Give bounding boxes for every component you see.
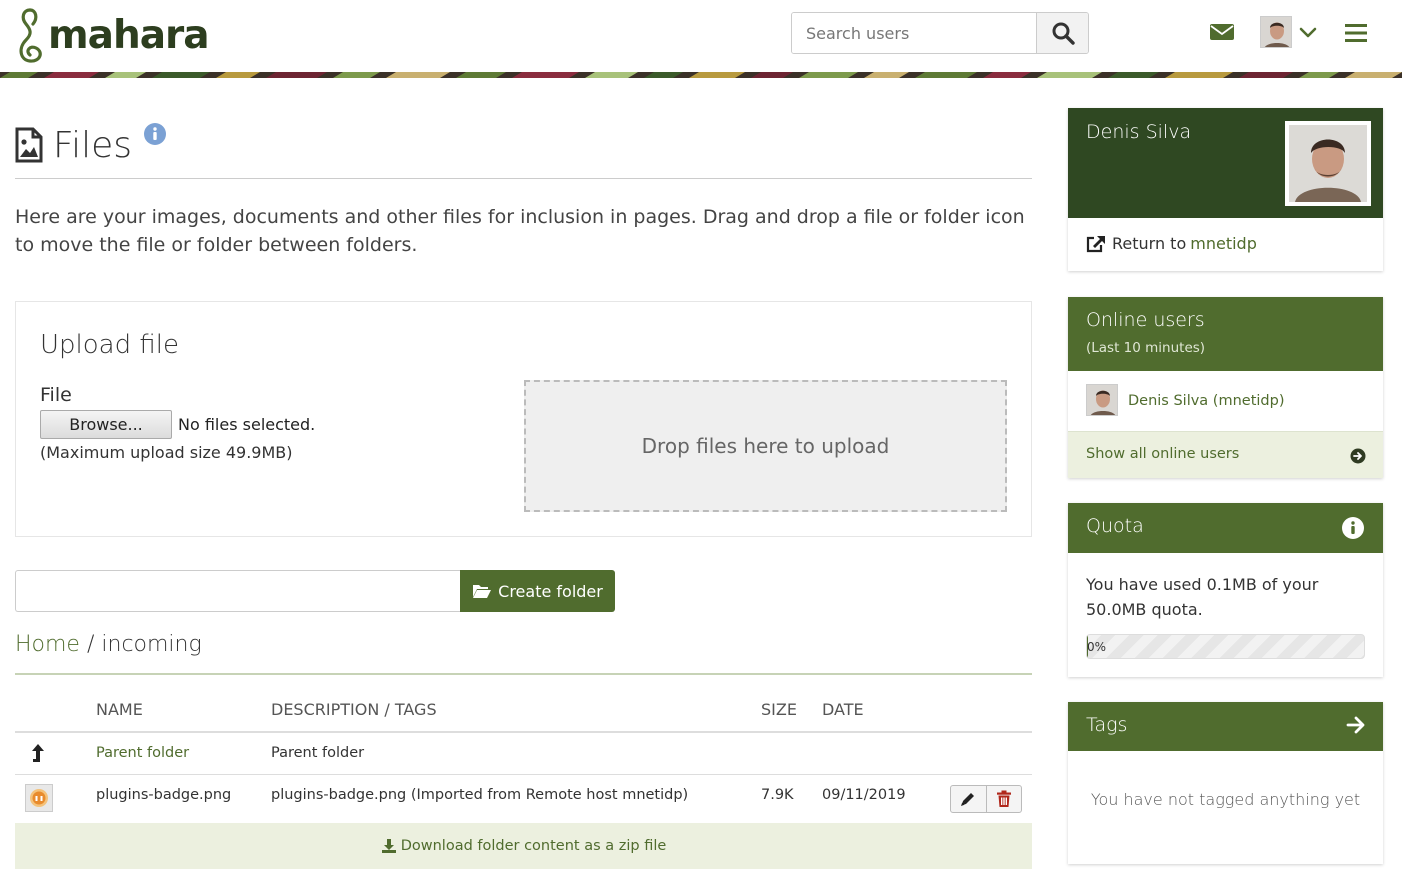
online-user-avatar[interactable] (1086, 384, 1118, 416)
create-folder-button[interactable]: Create folder (460, 570, 615, 612)
online-users-title: Online users (1086, 309, 1205, 331)
row-divider (15, 774, 1032, 775)
info-icon[interactable] (1341, 516, 1365, 540)
logo-text: mahara (48, 12, 210, 58)
user-name[interactable]: Denis Silva (1086, 121, 1191, 143)
breadcrumb-separator: / (86, 632, 95, 657)
folder-open-icon (473, 585, 492, 598)
edit-button[interactable] (951, 786, 986, 812)
hamburger-menu-icon[interactable] (1344, 22, 1368, 44)
folder-name-input[interactable] (15, 570, 461, 612)
file-thumbnail[interactable] (25, 784, 53, 812)
dropzone-label: Drop files here to upload (641, 434, 890, 458)
column-header-date[interactable]: DATE (822, 700, 864, 719)
tags-header[interactable]: Tags (1068, 702, 1383, 751)
file-date: 09/11/2019 (822, 787, 906, 803)
return-prefix: Return to (1112, 234, 1187, 253)
no-files-text: No files selected. (178, 415, 316, 434)
breadcrumb: Home / incoming (15, 632, 202, 657)
return-host[interactable]: mnetidp (1190, 234, 1257, 253)
arrow-right-icon[interactable] (1346, 715, 1366, 735)
dropzone[interactable]: Drop files here to upload (524, 380, 1007, 512)
delete-button[interactable] (985, 786, 1022, 812)
quota-header: Quota (1068, 503, 1383, 553)
search-input[interactable] (792, 13, 1036, 53)
avatar-photo (1261, 17, 1291, 47)
quota-text: You have used 0.1MB of your 50.0MB quota… (1086, 575, 1319, 619)
file-actions (950, 785, 1022, 813)
online-users-card: Online users (Last 10 minutes) Denis Sil… (1068, 297, 1383, 478)
create-folder-label: Create folder (498, 581, 603, 601)
file-name[interactable]: plugins-badge.png (96, 787, 231, 803)
avatar-photo (1087, 385, 1117, 415)
online-user-link[interactable]: Denis Silva (mnetidp) (1128, 393, 1284, 409)
profile-photo-image (1289, 125, 1367, 202)
user-profile-card: Denis Silva Return to mnetidp (1068, 108, 1383, 271)
level-up-icon[interactable] (29, 742, 47, 764)
breadcrumb-home[interactable]: Home (15, 632, 80, 657)
online-users-subtitle: (Last 10 minutes) (1086, 340, 1206, 356)
external-link-icon (1086, 235, 1105, 252)
upload-panel: Upload file File Browse... No files sele… (15, 301, 1032, 537)
upload-title: Upload file (40, 330, 179, 360)
image-thumbnail-icon (30, 789, 48, 807)
file-image-icon (15, 127, 43, 163)
column-header-name[interactable]: NAME (96, 700, 143, 719)
chevron-down-icon[interactable] (1298, 24, 1318, 40)
quota-percent: 0% (1087, 640, 1107, 654)
pencil-icon (961, 793, 975, 806)
mahara-koru-icon (19, 8, 42, 63)
user-avatar[interactable] (1260, 16, 1292, 48)
header-banner-pattern (0, 72, 1402, 78)
max-upload-size: (Maximum upload size 49.9MB) (40, 443, 293, 462)
parent-folder-link[interactable]: Parent folder (96, 745, 189, 761)
user-card-header: Denis Silva (1068, 108, 1383, 218)
page-title: Files (53, 124, 132, 166)
column-header-size[interactable]: SIZE (761, 700, 797, 719)
search-icon (1052, 22, 1075, 45)
breadcrumb-divider (15, 673, 1032, 675)
breadcrumb-current: incoming (101, 632, 202, 657)
online-users-header: Online users (Last 10 minutes) (1068, 297, 1383, 371)
page-intro: Here are your images, documents and othe… (15, 206, 1025, 256)
column-header-description: DESCRIPTION / TAGS (271, 700, 437, 719)
envelope-icon[interactable] (1209, 20, 1235, 44)
download-zip-bar: Download folder content as a zip file (15, 823, 1032, 869)
browse-button[interactable]: Browse... (40, 410, 172, 439)
site-header: mahara (0, 0, 1402, 72)
file-label: File (40, 384, 72, 406)
row-description: Parent folder (271, 745, 365, 761)
return-to-host[interactable]: Return to mnetidp (1086, 234, 1257, 253)
trash-icon (996, 790, 1011, 807)
row-description: plugins-badge.png (Imported from Remote … (271, 787, 689, 803)
quota-progress-bar: 0% (1086, 634, 1365, 659)
table-header-divider (15, 731, 1032, 733)
user-search (791, 12, 1089, 54)
download-icon (381, 839, 396, 853)
page-heading: Files (15, 120, 132, 170)
search-button[interactable] (1036, 13, 1088, 53)
file-size: 7.9K (761, 787, 794, 803)
show-all-online-label: Show all online users (1086, 446, 1240, 462)
tags-empty-text: You have not tagged anything yet (1090, 790, 1361, 809)
show-all-online-users[interactable]: Show all online users (1068, 431, 1383, 478)
arrow-circle-right-icon (1350, 448, 1366, 464)
info-icon[interactable] (143, 122, 167, 146)
tags-title: Tags (1086, 714, 1128, 736)
download-zip-link[interactable]: Download folder content as a zip file (401, 838, 667, 854)
quota-card: Quota You have used 0.1MB of your 50.0MB… (1068, 503, 1383, 677)
tags-card: Tags You have not tagged anything yet (1068, 702, 1383, 864)
title-divider (15, 178, 1032, 179)
mahara-logo[interactable]: mahara (14, 6, 210, 64)
profile-photo[interactable] (1285, 121, 1371, 206)
quota-title: Quota (1086, 515, 1144, 537)
